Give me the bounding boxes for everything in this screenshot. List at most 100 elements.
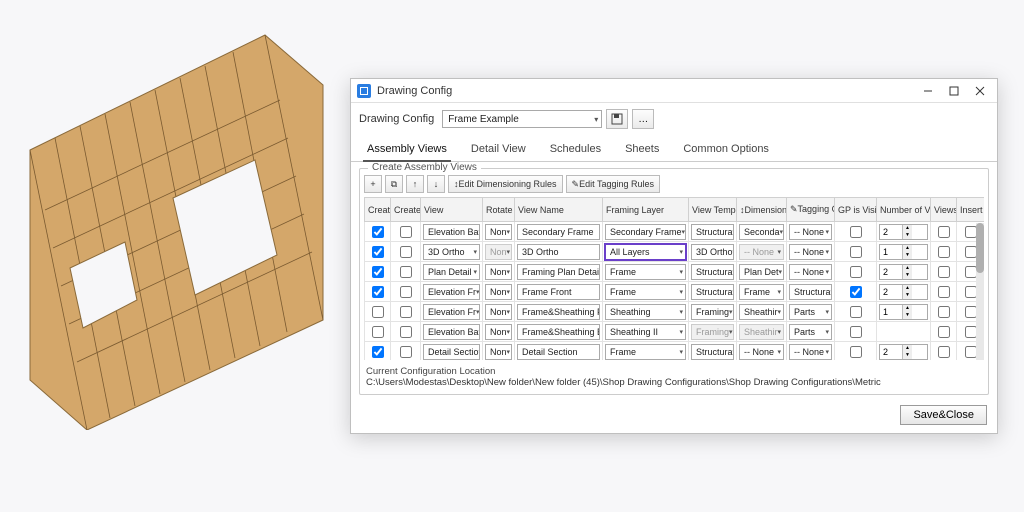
tab-common-options[interactable]: Common Options — [679, 137, 773, 161]
more-config-button[interactable]: … — [632, 109, 654, 129]
row-checkbox[interactable] — [965, 346, 977, 358]
cell-combo[interactable]: Sheathir▾ — [739, 304, 784, 320]
view-name-field[interactable]: Detail Section — [517, 344, 600, 360]
row-checkbox[interactable] — [372, 266, 384, 278]
row-checkbox[interactable] — [400, 266, 412, 278]
cell-combo[interactable]: Structura▾ — [691, 284, 734, 300]
close-button[interactable] — [967, 81, 993, 101]
cell-combo[interactable]: Frame▾ — [605, 284, 686, 300]
row-checkbox[interactable] — [372, 286, 384, 298]
edit-tagging-rules-button[interactable]: ✎Edit Tagging Rules — [566, 175, 660, 193]
row-checkbox[interactable] — [965, 306, 977, 318]
row-checkbox[interactable] — [400, 226, 412, 238]
row-checkbox[interactable] — [965, 266, 977, 278]
save-close-button[interactable]: Save&Close — [900, 405, 987, 425]
col-create-detail[interactable]: Create Detai... — [391, 198, 421, 222]
cell-combo[interactable]: Structura▾ — [789, 284, 832, 300]
minimize-button[interactable] — [915, 81, 941, 101]
view-name-field[interactable]: Secondary Frame — [517, 224, 600, 240]
row-checkbox[interactable] — [400, 326, 412, 338]
cell-combo[interactable]: Plan Det▾ — [739, 264, 784, 280]
tab-schedules[interactable]: Schedules — [546, 137, 605, 161]
row-checkbox[interactable] — [938, 286, 950, 298]
cell-combo[interactable]: -- None▾ — [739, 344, 784, 360]
col-tagging[interactable]: ✎Tagging C — [787, 198, 835, 222]
col-gp-visible[interactable]: GP is Visible — [835, 198, 877, 222]
cell-combo[interactable]: -- None▾ — [789, 344, 832, 360]
view-name-field[interactable]: Frame&Sheathing B — [517, 324, 600, 340]
view-name-field[interactable]: Frame Front — [517, 284, 600, 300]
tab-sheets[interactable]: Sheets — [621, 137, 663, 161]
row-checkbox[interactable] — [850, 266, 862, 278]
cell-combo[interactable]: Non▾ — [485, 324, 512, 340]
cell-combo[interactable]: Secondary Frame▾ — [605, 224, 686, 240]
cell-combo[interactable]: Structura▾ — [691, 224, 734, 240]
col-framing-layer[interactable]: Framing Layer — [603, 198, 689, 222]
tab-detail-view[interactable]: Detail View — [467, 137, 530, 161]
cell-combo[interactable]: Detail Sectio▾ — [423, 344, 480, 360]
cell-combo[interactable]: Framing▾ — [691, 304, 734, 320]
cell-combo[interactable]: Seconda▾ — [739, 224, 784, 240]
cell-combo[interactable]: -- None▾ — [789, 224, 832, 240]
layer-count-spinner[interactable]: ▲▼ — [879, 284, 928, 300]
col-view-template[interactable]: View Template — [689, 198, 737, 222]
row-checkbox[interactable] — [372, 306, 384, 318]
maximize-button[interactable] — [941, 81, 967, 101]
row-checkbox[interactable] — [938, 306, 950, 318]
config-select[interactable]: Frame Example ▾ — [442, 110, 602, 128]
view-name-field[interactable]: Frame&Sheathing F — [517, 304, 600, 320]
col-dimension[interactable]: ↕Dimension — [737, 198, 787, 222]
layer-count-spinner[interactable]: ▲▼ — [879, 244, 928, 260]
row-checkbox[interactable] — [850, 286, 862, 298]
row-checkbox[interactable] — [938, 246, 950, 258]
row-checkbox[interactable] — [372, 346, 384, 358]
edit-dimensioning-rules-button[interactable]: ↕Edit Dimensioning Rules — [448, 175, 563, 193]
duplicate-row-button[interactable]: ⧉ — [385, 175, 403, 193]
layer-count-spinner[interactable]: ▲▼ — [879, 344, 928, 360]
col-rotate[interactable]: Rotate — [483, 198, 515, 222]
cell-combo[interactable]: Elevation Ba▾ — [423, 224, 480, 240]
cell-combo[interactable]: 3D Ortho▾ — [691, 244, 734, 260]
col-insert-grids[interactable]: Insert Grids — [957, 198, 985, 222]
row-checkbox[interactable] — [850, 306, 862, 318]
move-down-button[interactable]: ↓ — [427, 175, 445, 193]
row-checkbox[interactable] — [965, 326, 977, 338]
row-checkbox[interactable] — [372, 246, 384, 258]
add-row-button[interactable]: + — [364, 175, 382, 193]
cell-combo[interactable]: Plan Detail▾ — [423, 264, 480, 280]
cell-combo[interactable]: Structura▾ — [691, 264, 734, 280]
view-name-field[interactable]: 3D Ortho — [517, 244, 600, 260]
cell-combo[interactable]: Elevation Ba▾ — [423, 324, 480, 340]
row-checkbox[interactable] — [938, 266, 950, 278]
row-checkbox[interactable] — [372, 326, 384, 338]
row-checkbox[interactable] — [850, 246, 862, 258]
cell-combo[interactable]: Frame▾ — [739, 284, 784, 300]
row-checkbox[interactable] — [850, 326, 862, 338]
row-checkbox[interactable] — [400, 346, 412, 358]
cell-combo[interactable]: Sheathing▾ — [605, 304, 686, 320]
cell-combo[interactable]: Sheathing II▾ — [605, 324, 686, 340]
vertical-scrollbar[interactable] — [976, 223, 984, 360]
col-view-name[interactable]: View Name — [515, 198, 603, 222]
view-name-field[interactable]: Framing Plan Detail — [517, 264, 600, 280]
row-checkbox[interactable] — [965, 246, 977, 258]
cell-combo[interactable]: -- None▾ — [789, 244, 832, 260]
cell-combo[interactable]: Frame▾ — [605, 264, 686, 280]
row-checkbox[interactable] — [850, 226, 862, 238]
row-checkbox[interactable] — [965, 286, 977, 298]
row-checkbox[interactable] — [400, 306, 412, 318]
layer-count-spinner[interactable]: ▲▼ — [879, 264, 928, 280]
row-checkbox[interactable] — [938, 346, 950, 358]
layer-count-spinner[interactable]: ▲▼ — [879, 304, 928, 320]
row-checkbox[interactable] — [965, 226, 977, 238]
col-create-view[interactable]: Creat e Vi... — [365, 198, 391, 222]
cell-combo[interactable]: Non▾ — [485, 304, 512, 320]
cell-combo[interactable]: All Layers▾ — [605, 244, 686, 260]
col-num-visible[interactable]: Number of Visible Layers — [877, 198, 931, 222]
cell-combo[interactable]: Non▾ — [485, 224, 512, 240]
cell-combo[interactable]: Parts▾ — [789, 324, 832, 340]
row-checkbox[interactable] — [400, 286, 412, 298]
layer-count-spinner[interactable]: ▲▼ — [879, 224, 928, 240]
col-views-are[interactable]: Views are... — [931, 198, 957, 222]
row-checkbox[interactable] — [400, 246, 412, 258]
